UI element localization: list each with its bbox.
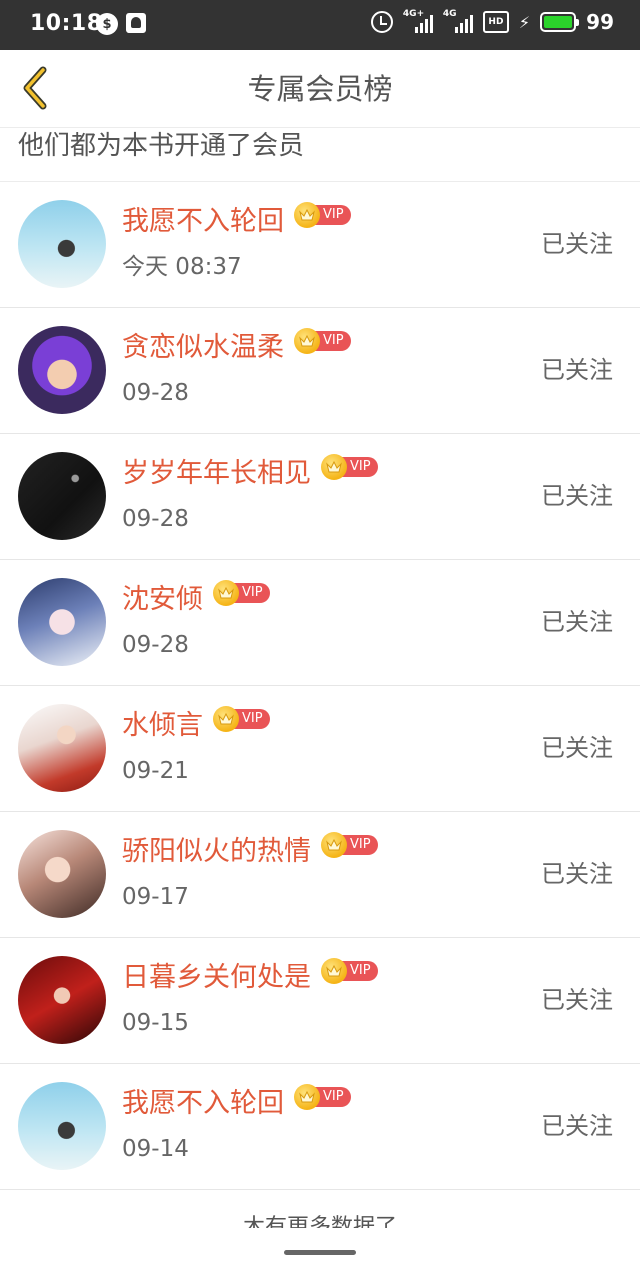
vip-badge: VIP [294,328,351,354]
signal-4g-plus-icon: 4G+ [403,9,433,34]
member-name-line: 我愿不入轮回 VIP [122,1084,351,1124]
back-button[interactable] [14,64,54,112]
crown-icon [294,328,320,354]
member-name[interactable]: 我愿不入轮回 [122,1084,284,1124]
member-row[interactable]: 水倾言 VIP 09-21 已关注 [0,686,640,812]
member-row[interactable]: 岁岁年年长相见 VIP 09-28 已关注 [0,434,640,560]
vip-badge: VIP [321,958,378,984]
follow-button[interactable]: 已关注 [541,352,613,388]
member-time: 09-28 [122,632,189,658]
member-name-line: 日暮乡关何处是 VIP [122,958,378,998]
vip-badge: VIP [321,832,378,858]
crown-icon [321,832,347,858]
battery-icon [540,12,580,32]
charging-icon: ⚡ [518,12,531,32]
member-row[interactable]: 我愿不入轮回 VIP 09-14 已关注 [0,1064,640,1190]
battery-percent: 99 [586,10,614,34]
vip-badge: VIP [213,706,270,732]
follow-button[interactable]: 已关注 [541,478,613,514]
avatar[interactable] [18,326,106,414]
follow-button[interactable]: 已关注 [541,604,613,640]
chevron-left-icon [23,66,47,110]
vip-badge: VIP [321,454,378,480]
member-time: 09-15 [122,1010,189,1036]
status-right-icons: 4G+ 4G HD ⚡ 99 [370,9,614,34]
member-name[interactable]: 沈安倾 [122,580,203,620]
member-name-line: 贪恋似水温柔 VIP [122,328,351,368]
member-time: 今天 08:37 [122,254,242,280]
crown-icon [321,454,347,480]
notification-icons: $ [96,13,146,35]
bell-notification-icon [126,13,146,33]
member-name[interactable]: 骄阳似火的热情 [122,832,311,872]
hd-voice-icon: HD [482,11,509,33]
list-subtitle: 他们都为本书开通了会员 [0,128,640,182]
member-row[interactable]: 日暮乡关何处是 VIP 09-15 已关注 [0,938,640,1064]
member-name[interactable]: 水倾言 [122,706,203,746]
avatar[interactable] [18,956,106,1044]
vip-badge: VIP [294,202,351,228]
status-bar: 10:18 $ 4G+ 4G HD ⚡ 99 [0,0,640,50]
member-row[interactable]: 贪恋似水温柔 VIP 09-28 已关注 [0,308,640,434]
member-time: 09-28 [122,506,189,532]
crown-icon [213,580,239,606]
follow-button[interactable]: 已关注 [541,226,613,262]
avatar[interactable] [18,1082,106,1170]
member-time: 09-14 [122,1136,189,1162]
member-name-line: 水倾言 VIP [122,706,270,746]
member-row[interactable]: 骄阳似火的热情 VIP 09-17 已关注 [0,812,640,938]
member-name-line: 沈安倾 VIP [122,580,270,620]
crown-icon [321,958,347,984]
member-name-line: 骄阳似火的热情 VIP [122,832,378,872]
avatar[interactable] [18,578,106,666]
nav-header: 专属会员榜 [0,50,640,128]
member-time: 09-17 [122,884,189,910]
page-title: 专属会员榜 [247,72,393,106]
follow-button[interactable]: 已关注 [541,982,613,1018]
avatar[interactable] [18,452,106,540]
avatar[interactable] [18,830,106,918]
member-name[interactable]: 日暮乡关何处是 [122,958,311,998]
status-time: 10:18 [30,11,103,36]
vip-badge: VIP [213,580,270,606]
member-name[interactable]: 岁岁年年长相见 [122,454,311,494]
member-name[interactable]: 贪恋似水温柔 [122,328,284,368]
follow-button[interactable]: 已关注 [541,1108,613,1144]
battery-fill [544,16,572,28]
crown-icon [294,202,320,228]
member-list: 我愿不入轮回 VIP 今天 08:37 已关注 贪恋似水温柔 VIP 09-28… [0,182,640,1190]
home-indicator[interactable] [284,1250,356,1255]
follow-button[interactable]: 已关注 [541,856,613,892]
avatar[interactable] [18,200,106,288]
load-more-text: 木有更多数据了 [242,1215,397,1228]
alarm-icon [370,11,393,33]
member-row[interactable]: 沈安倾 VIP 09-28 已关注 [0,560,640,686]
follow-button[interactable]: 已关注 [541,730,613,766]
member-time: 09-21 [122,758,189,784]
crown-icon [213,706,239,732]
member-name-line: 我愿不入轮回 VIP [122,202,351,242]
signal-4g-icon: 4G [443,9,473,34]
member-row[interactable]: 我愿不入轮回 VIP 今天 08:37 已关注 [0,182,640,308]
app-notification-icon: $ [96,13,118,35]
avatar[interactable] [18,704,106,792]
crown-icon [294,1084,320,1110]
vip-badge: VIP [294,1084,351,1110]
member-name-line: 岁岁年年长相见 VIP [122,454,378,494]
member-time: 09-28 [122,380,189,406]
member-name[interactable]: 我愿不入轮回 [122,202,284,242]
